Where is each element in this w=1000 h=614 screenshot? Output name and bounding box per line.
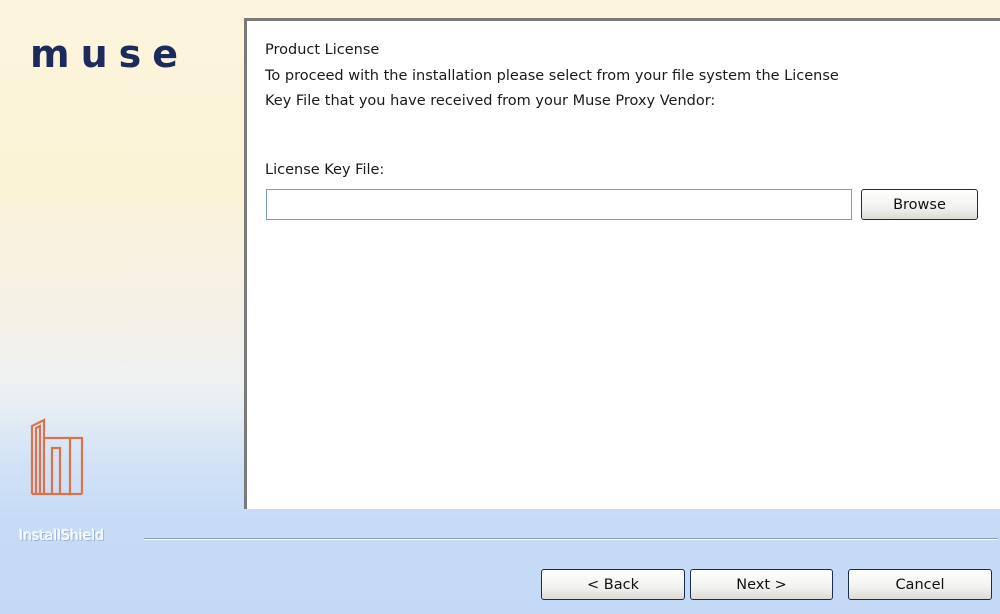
- brand-divider: [144, 538, 998, 539]
- license-key-file-label: License Key File:: [265, 162, 385, 178]
- installer-window: { "branding": { "logo_text": "muse", "lo…: [0, 0, 1000, 614]
- instruction-line-2: Key File that you have received from you…: [265, 93, 716, 109]
- installshield-brand-row: InstallShield: [0, 528, 1000, 548]
- next-button[interactable]: Next >: [690, 569, 833, 600]
- instruction-line-1: To proceed with the installation please …: [265, 68, 839, 84]
- browse-button[interactable]: Browse: [861, 189, 978, 220]
- page-heading: Product License: [265, 42, 380, 58]
- muse-logo-text: muse: [30, 32, 190, 76]
- content-panel: Product License To proceed with the inst…: [244, 18, 1000, 509]
- license-key-file-input[interactable]: [266, 189, 852, 220]
- cancel-button[interactable]: Cancel: [848, 569, 992, 600]
- muse-building-icon: [30, 418, 84, 496]
- installshield-label: InstallShield: [19, 528, 105, 544]
- back-button[interactable]: < Back: [541, 569, 685, 600]
